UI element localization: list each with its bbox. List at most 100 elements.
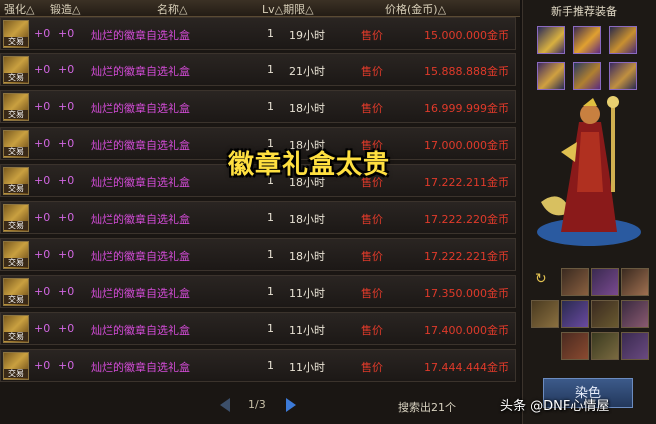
table-row[interactable]: 交易 +0 +0 灿烂的徽章自选礼盒 1 11小时 售价 17.400.000金… <box>0 312 516 345</box>
character-preview <box>537 96 641 246</box>
forge-value: +0 <box>58 248 75 261</box>
gift-box-icon: 交易 <box>3 315 29 343</box>
equipment-slot-icon[interactable] <box>573 62 601 90</box>
col-enhance-header[interactable]: 强化△ <box>4 1 34 17</box>
enhance-value: +0 <box>34 63 51 76</box>
gift-box-icon: 交易 <box>3 56 29 84</box>
expire-time: 18小时 <box>289 213 325 226</box>
enhance-value: +0 <box>34 27 51 40</box>
item-price: 17.222.221金币 <box>424 250 509 263</box>
table-row[interactable]: 交易 +0 +0 灿烂的徽章自选礼盒 1 11小时 售价 17.444.444金… <box>0 349 516 382</box>
item-price: 16.999.999金币 <box>424 102 509 115</box>
forge-value: +0 <box>58 322 75 335</box>
sidebar-title: 新手推荐装备 <box>551 5 617 18</box>
forge-value: +0 <box>58 285 75 298</box>
forge-value: +0 <box>58 27 75 40</box>
expire-time: 21小时 <box>289 65 325 78</box>
item-level: 1 <box>267 248 274 261</box>
avatar-slot-icon[interactable] <box>591 332 619 360</box>
table-row[interactable]: 交易 +0 +0 灿烂的徽章自选礼盒 1 18小时 售价 16.999.999金… <box>0 90 516 123</box>
equipment-slot-icon[interactable] <box>609 26 637 54</box>
forge-value: +0 <box>58 174 75 187</box>
col-forge-header[interactable]: 锻造△ <box>50 1 80 17</box>
equipment-slot-icon[interactable] <box>609 62 637 90</box>
avatar-slot-icon[interactable] <box>591 268 619 296</box>
gift-box-icon: 交易 <box>3 93 29 121</box>
enhance-value: +0 <box>34 174 51 187</box>
expire-time: 11小时 <box>289 361 325 374</box>
item-level: 1 <box>267 359 274 372</box>
trade-badge: 交易 <box>4 184 28 193</box>
sell-label: 售价 <box>361 65 383 78</box>
avatar-slot-icon[interactable] <box>561 268 589 296</box>
forge-value: +0 <box>58 137 75 150</box>
trade-badge: 交易 <box>4 295 28 304</box>
item-price: 15.888.888金币 <box>424 65 509 78</box>
rotate-icon[interactable]: ↻ <box>535 272 549 286</box>
table-row[interactable]: 交易 +0 +0 灿烂的徽章自选礼盒 1 11小时 售价 17.350.000金… <box>0 275 516 308</box>
forge-value: +0 <box>58 359 75 372</box>
page-indicator: 1/3 <box>248 398 266 411</box>
sell-label: 售价 <box>361 250 383 263</box>
item-price: 15.000.000金币 <box>424 29 509 42</box>
item-level: 1 <box>267 27 274 40</box>
auction-list-panel: 强化△ 锻造△ 名称△ Lv△期限△ 价格(金币)△ 交易 +0 +0 灿烂的徽… <box>0 0 520 424</box>
item-name: 灿烂的徽章自选礼盒 <box>91 65 190 78</box>
equipment-slot-icon[interactable] <box>573 26 601 54</box>
avatar-slot-icon[interactable] <box>591 300 619 328</box>
forge-value: +0 <box>58 211 75 224</box>
item-level: 1 <box>267 100 274 113</box>
sell-label: 售价 <box>361 213 383 226</box>
gift-box-icon: 交易 <box>3 204 29 232</box>
equipment-slot-icon[interactable] <box>537 26 565 54</box>
item-name: 灿烂的徽章自选礼盒 <box>91 361 190 374</box>
item-price: 17.222.211金币 <box>424 176 509 189</box>
item-name: 灿烂的徽章自选礼盒 <box>91 250 190 263</box>
expire-time: 18小时 <box>289 250 325 263</box>
item-level: 1 <box>267 285 274 298</box>
item-name: 灿烂的徽章自选礼盒 <box>91 102 190 115</box>
table-row[interactable]: 交易 +0 +0 灿烂的徽章自选礼盒 1 19小时 售价 15.000.000金… <box>0 17 516 50</box>
col-name-header[interactable]: 名称△ <box>157 1 187 17</box>
trade-badge: 交易 <box>4 110 28 119</box>
gift-box-icon: 交易 <box>3 20 29 48</box>
equipment-slot-icon[interactable] <box>537 62 565 90</box>
item-name: 灿烂的徽章自选礼盒 <box>91 176 190 189</box>
trade-badge: 交易 <box>4 37 28 46</box>
sell-label: 售价 <box>361 29 383 42</box>
expire-time: 19小时 <box>289 29 325 42</box>
table-header: 强化△ 锻造△ 名称△ Lv△期限△ 价格(金币)△ <box>0 0 520 17</box>
enhance-value: +0 <box>34 137 51 150</box>
table-row[interactable]: 交易 +0 +0 灿烂的徽章自选礼盒 1 18小时 售价 17.222.221金… <box>0 238 516 271</box>
col-lv-expire-header[interactable]: Lv△期限△ <box>262 1 314 17</box>
sell-label: 售价 <box>361 102 383 115</box>
item-price: 17.350.000金币 <box>424 287 509 300</box>
avatar-slot-icon[interactable] <box>561 300 589 328</box>
prev-page-icon[interactable] <box>220 398 230 412</box>
item-name: 灿烂的徽章自选礼盒 <box>91 324 190 337</box>
next-page-icon[interactable] <box>286 398 296 412</box>
avatar-slot-icon[interactable] <box>531 300 559 328</box>
expire-time: 18小时 <box>289 102 325 115</box>
gift-box-icon: 交易 <box>3 352 29 380</box>
item-name: 灿烂的徽章自选礼盒 <box>91 287 190 300</box>
expire-time: 11小时 <box>289 287 325 300</box>
enhance-value: +0 <box>34 248 51 261</box>
expire-time: 11小时 <box>289 324 325 337</box>
gift-box-icon: 交易 <box>3 278 29 306</box>
avatar-slot-icon[interactable] <box>561 332 589 360</box>
forge-value: +0 <box>58 100 75 113</box>
avatar-slot-icon[interactable] <box>621 300 649 328</box>
item-price: 17.444.444金币 <box>424 361 509 374</box>
item-price: 17.400.000金币 <box>424 324 509 337</box>
result-count: 搜索出21个 <box>398 401 456 414</box>
item-level: 1 <box>267 63 274 76</box>
gift-box-icon: 交易 <box>3 167 29 195</box>
item-level: 1 <box>267 322 274 335</box>
avatar-slot-icon[interactable] <box>621 268 649 296</box>
table-row[interactable]: 交易 +0 +0 灿烂的徽章自选礼盒 1 18小时 售价 17.222.220金… <box>0 201 516 234</box>
table-row[interactable]: 交易 +0 +0 灿烂的徽章自选礼盒 1 21小时 售价 15.888.888金… <box>0 53 516 86</box>
avatar-slot-icon[interactable] <box>621 332 649 360</box>
enhance-value: +0 <box>34 322 51 335</box>
col-price-header[interactable]: 价格(金币)△ <box>385 1 446 17</box>
